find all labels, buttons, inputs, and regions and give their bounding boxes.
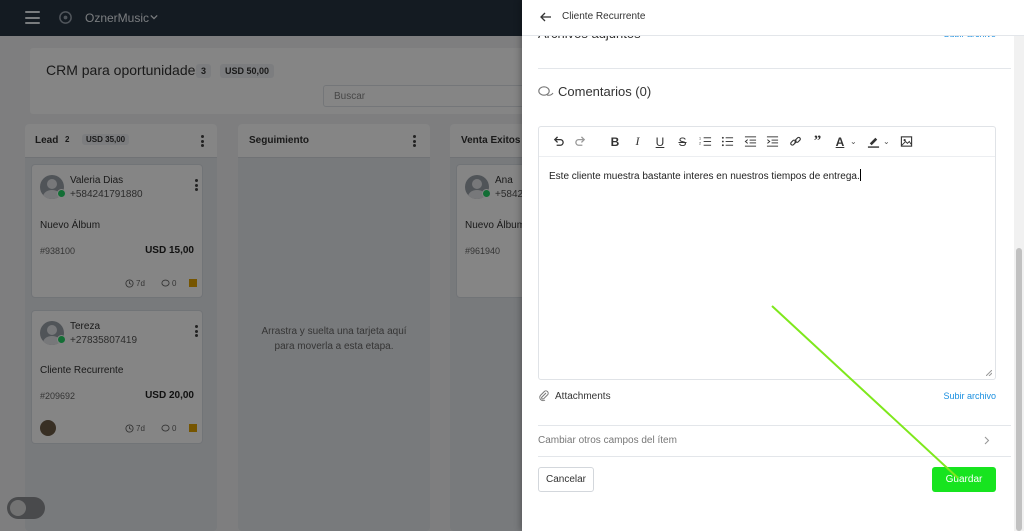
comment-text[interactable]: Este cliente muestra bastante interes en… — [549, 169, 861, 182]
cancel-button[interactable]: Cancelar — [538, 467, 594, 492]
chevron-down-icon[interactable]: ⌄ — [883, 137, 891, 146]
svg-text:2: 2 — [699, 141, 701, 145]
underline-icon[interactable]: U — [651, 133, 669, 151]
change-other-fields-label: Cambiar otros campos del ítem — [538, 435, 677, 446]
save-button[interactable]: Guardar — [932, 467, 996, 492]
change-other-fields-row[interactable]: Cambiar otros campos del ítem — [538, 426, 996, 456]
attachments-label: Attachments — [555, 391, 611, 402]
chevron-right-icon — [984, 436, 990, 445]
strikethrough-icon[interactable]: S — [674, 133, 692, 151]
comment-text-content: Este cliente muestra bastante interes en… — [549, 171, 860, 182]
back-arrow-icon[interactable] — [540, 11, 552, 23]
drawer-header: Cliente Recurrente — [522, 0, 1024, 36]
comments-title: Comentarios (0) — [558, 84, 652, 99]
resize-handle-icon[interactable] — [986, 370, 992, 376]
drawer-scrollbar[interactable] — [1014, 36, 1024, 531]
text-cursor — [859, 169, 861, 181]
undo-icon[interactable] — [549, 133, 567, 151]
scrollbar-thumb[interactable] — [1016, 248, 1022, 531]
bullet-list-icon[interactable] — [719, 133, 737, 151]
svg-text:1: 1 — [699, 137, 701, 141]
chevron-down-icon[interactable]: ⌄ — [850, 137, 858, 146]
quote-icon[interactable]: ” — [809, 133, 827, 151]
comments-icon — [538, 86, 554, 96]
divider — [538, 68, 1011, 69]
drawer-title: Cliente Recurrente — [562, 11, 646, 22]
italic-icon[interactable]: I — [629, 133, 647, 151]
image-icon[interactable] — [897, 133, 915, 151]
link-icon[interactable] — [786, 133, 804, 151]
ordered-list-icon[interactable]: 12 — [696, 133, 714, 151]
paperclip-icon — [539, 390, 549, 402]
upload-file-link[interactable]: Subir archivo — [943, 391, 996, 401]
outdent-icon[interactable] — [741, 133, 759, 151]
comment-editor[interactable]: B I U S 12 ” A ⌄ ⌄ Este cliente muestra … — [538, 126, 996, 380]
modal-backdrop[interactable] — [0, 0, 522, 531]
deal-detail-drawer: Cliente Recurrente Archivos adjuntos Sub… — [522, 0, 1024, 531]
redo-icon[interactable] — [572, 133, 590, 151]
bold-icon[interactable]: B — [606, 133, 624, 151]
divider — [538, 456, 1011, 457]
text-color-icon[interactable]: A — [831, 133, 849, 151]
indent-icon[interactable] — [764, 133, 782, 151]
highlight-icon[interactable] — [864, 133, 882, 151]
editor-toolbar: B I U S 12 ” A ⌄ ⌄ — [539, 127, 995, 157]
